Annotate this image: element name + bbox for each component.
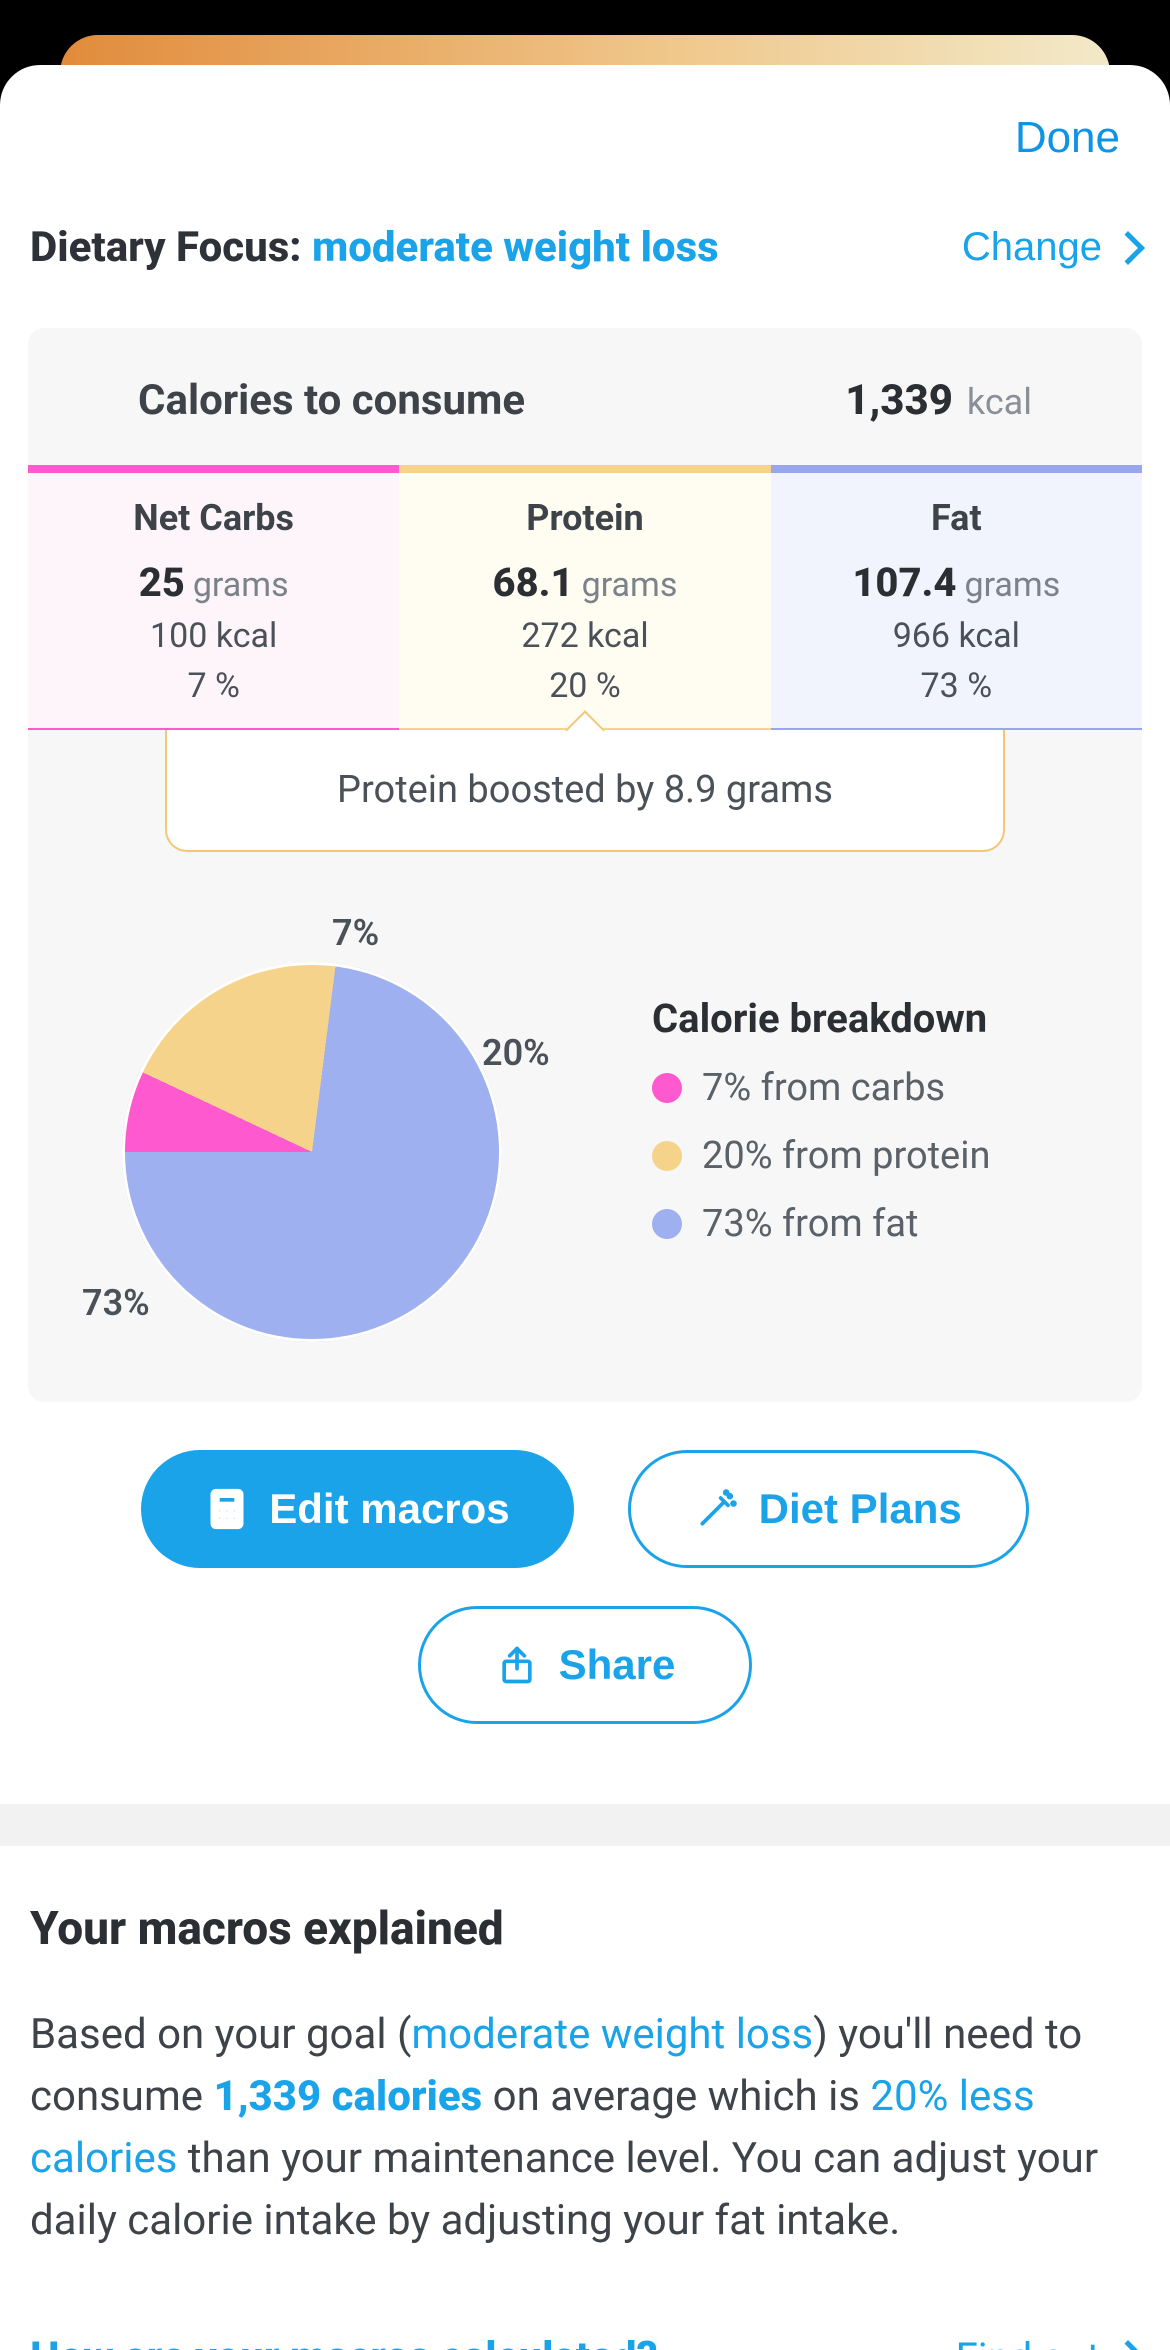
legend-text-fat: 73% from fat — [702, 1202, 918, 1246]
calories-value: 1,339 — [845, 376, 953, 425]
chevron-right-icon — [1111, 231, 1145, 265]
dietary-focus-value: moderate weight loss — [312, 223, 719, 272]
calories-label: Calories to consume — [138, 376, 525, 425]
pie-label-protein: 20% — [482, 1032, 550, 1074]
carbs-pct: 7 — [187, 666, 206, 706]
dietary-focus-row: Dietary Focus: moderate weight loss Chan… — [0, 173, 1170, 302]
legend-row-carbs: 7% from carbs — [652, 1066, 1088, 1110]
chevron-right-icon — [1111, 2340, 1145, 2350]
find-out-label: Find out — [956, 2334, 1100, 2350]
how-calculated-row[interactable]: How are your macros calculated? Find out — [0, 2273, 1170, 2350]
macro-col-fat: Fat 107.4grams 966 kcal 73 % — [771, 465, 1142, 730]
share-icon — [495, 1643, 539, 1687]
share-label: Share — [559, 1641, 676, 1689]
protein-grams-unit: grams — [582, 565, 678, 605]
chart-row: 7% 20% 73% Calorie breakdown 7% from car… — [28, 852, 1142, 1362]
protein-pct: 20 — [549, 666, 587, 706]
protein-grams: 68.1 — [493, 559, 574, 606]
dietary-focus-label-wrap: Dietary Focus: moderate weight loss — [30, 223, 719, 272]
calories-unit: kcal — [967, 381, 1032, 423]
carbs-head: Net Carbs — [28, 497, 399, 539]
pie-label-carbs: 7% — [332, 912, 379, 954]
protein-kcal: 272 — [521, 616, 578, 656]
protein-boost-callout: Protein boosted by 8.9 grams — [165, 730, 1005, 852]
calories-row: Calories to consume 1,339 kcal — [28, 328, 1142, 465]
fat-pct: 73 — [921, 666, 959, 706]
carbs-grams-unit: grams — [193, 565, 289, 605]
share-button[interactable]: Share — [418, 1606, 753, 1724]
change-focus-button[interactable]: Change — [962, 225, 1140, 270]
topbar: Done — [0, 65, 1170, 173]
carbs-pct-unit: % — [215, 666, 240, 706]
macro-columns: Net Carbs 25grams 100 kcal 7 % Protein 6… — [28, 465, 1142, 730]
explain-calories-link[interactable]: 1,339 calories — [213, 2072, 482, 2121]
protein-head: Protein — [399, 497, 770, 539]
explain-text: than your maintenance level. You can adj… — [30, 2134, 1098, 2245]
share-row: Share — [0, 1606, 1170, 1724]
macro-col-carbs: Net Carbs 25grams 100 kcal 7 % — [28, 465, 399, 730]
modal-sheet: Done Dietary Focus: moderate weight loss… — [0, 65, 1170, 2350]
diet-plans-button[interactable]: Diet Plans — [628, 1450, 1029, 1568]
protein-kcal-unit: kcal — [587, 616, 648, 656]
fat-kcal: 966 — [893, 616, 950, 656]
fat-grams: 107.4 — [852, 559, 956, 606]
calories-value-wrap: 1,339 kcal — [845, 376, 1032, 425]
legend-row-protein: 20% from protein — [652, 1134, 1088, 1178]
macro-col-protein: Protein 68.1grams 272 kcal 20 % — [399, 465, 770, 730]
carbs-grams: 25 — [139, 559, 185, 606]
pie-chart: 7% 20% 73% — [82, 902, 602, 1362]
change-focus-label: Change — [962, 225, 1102, 270]
wand-icon — [695, 1487, 739, 1531]
done-button[interactable]: Done — [1015, 113, 1120, 163]
protein-pct-unit: % — [596, 666, 621, 706]
explain-text: on average which is — [482, 2072, 870, 2121]
dot-icon — [652, 1141, 682, 1171]
explain-text: Based on your goal ( — [30, 2010, 411, 2059]
carbs-kcal: 100 — [150, 616, 207, 656]
diet-plans-label: Diet Plans — [759, 1485, 962, 1533]
fat-pct-unit: % — [967, 666, 992, 706]
dot-icon — [652, 1209, 682, 1239]
fat-head: Fat — [771, 497, 1142, 539]
legend-text-protein: 20% from protein — [702, 1134, 990, 1178]
explain-title: Your macros explained — [30, 1902, 1140, 1956]
calculator-icon — [205, 1487, 249, 1531]
action-buttons-row: Edit macros Diet Plans — [0, 1450, 1170, 1568]
pie-graphic — [122, 962, 502, 1342]
edit-macros-label: Edit macros — [269, 1485, 509, 1533]
explain-paragraph: Based on your goal (moderate weight loss… — [30, 2004, 1140, 2253]
legend: Calorie breakdown 7% from carbs 20% from… — [652, 995, 1088, 1270]
legend-row-fat: 73% from fat — [652, 1202, 1088, 1246]
explain-section: Your macros explained Based on your goal… — [0, 1846, 1170, 2273]
pie-label-fat: 73% — [82, 1282, 150, 1324]
section-divider — [0, 1804, 1170, 1846]
explain-goal-link[interactable]: moderate weight loss — [411, 2010, 813, 2059]
legend-title: Calorie breakdown — [652, 995, 1088, 1042]
how-calculated-label: How are your macros calculated? — [30, 2333, 658, 2350]
dietary-focus-label: Dietary Focus: — [30, 223, 312, 272]
dot-icon — [652, 1073, 682, 1103]
carbs-kcal-unit: kcal — [216, 616, 277, 656]
find-out-link[interactable]: Find out — [956, 2334, 1140, 2350]
protein-boost-wrap: Protein boosted by 8.9 grams — [28, 730, 1142, 852]
edit-macros-button[interactable]: Edit macros — [141, 1450, 573, 1568]
legend-text-carbs: 7% from carbs — [702, 1066, 945, 1110]
fat-grams-unit: grams — [964, 565, 1060, 605]
macros-card: Calories to consume 1,339 kcal Net Carbs… — [28, 328, 1142, 1402]
fat-kcal-unit: kcal — [958, 616, 1019, 656]
